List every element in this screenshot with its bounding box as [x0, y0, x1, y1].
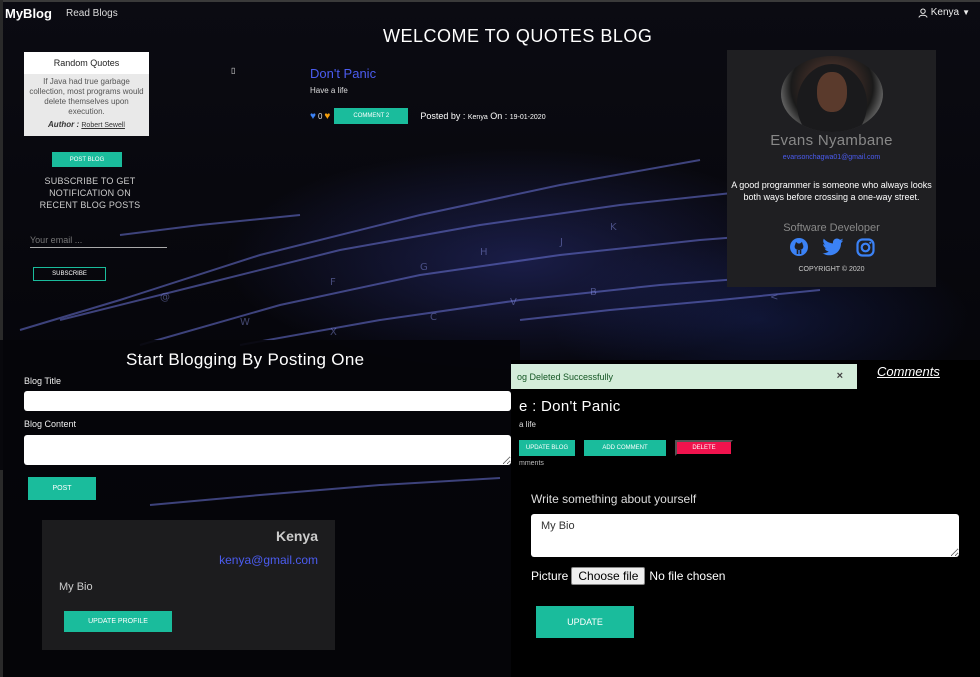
- random-quote-header: Random Quotes: [24, 52, 149, 74]
- subscribe-button[interactable]: SUBSCRIBE: [33, 267, 106, 281]
- caret-down-icon: ▼: [962, 8, 970, 17]
- post-blog-button[interactable]: POST BLOG: [52, 152, 122, 167]
- user-profile-card: Kenya kenya@gmail.com My Bio UPDATE PROF…: [42, 520, 335, 650]
- author-profile-card: Evans Nyambane evansonchagwa01@gmail.com…: [727, 50, 936, 287]
- post-button[interactable]: POST: [28, 477, 96, 500]
- picture-label: Picture: [531, 569, 569, 583]
- choose-file-button[interactable]: Choose file: [571, 567, 646, 585]
- twitter-icon[interactable]: [822, 238, 844, 256]
- post-subtitle: Have a life: [310, 86, 348, 95]
- comments-link[interactable]: Comments: [877, 364, 940, 379]
- new-post-heading: Start Blogging By Posting One: [126, 350, 365, 369]
- svg-text:G: G: [420, 262, 428, 273]
- author-name: Evans Nyambane: [770, 132, 893, 149]
- svg-text:<: <: [770, 292, 778, 303]
- svg-text:V: V: [510, 297, 517, 308]
- author-name[interactable]: Robert Sewell: [81, 122, 125, 129]
- subscribe-email-input[interactable]: [30, 232, 167, 248]
- broken-image-icon: ▯: [231, 66, 236, 75]
- comment-button[interactable]: COMMENT 2: [334, 108, 409, 124]
- update-bio-button[interactable]: UPDATE: [536, 606, 634, 638]
- no-file-chosen-text: No file chosen: [649, 569, 726, 583]
- add-comment-button[interactable]: ADD COMMENT: [584, 440, 666, 456]
- subscribe-description: SUBSCRIBE TO GET NOTIFICATION ON RECENT …: [39, 176, 141, 210]
- posted-by-label: Posted by :: [420, 111, 466, 121]
- page-title: WELCOME TO QUOTES BLOG: [383, 26, 653, 46]
- user-bio: My Bio: [59, 581, 93, 593]
- posted-on-label: On :: [490, 111, 508, 121]
- comments-count-text: mments: [519, 460, 544, 467]
- user-menu-dropdown[interactable]: Kenya ▼: [918, 7, 970, 18]
- nav-read-blogs[interactable]: Read Blogs: [66, 8, 118, 19]
- success-alert: og Deleted Successfully ×: [511, 364, 857, 389]
- picture-upload-row: Picture Choose file No file chosen: [531, 567, 725, 585]
- blog-content-label: Blog Content: [24, 419, 77, 429]
- instagram-icon[interactable]: [856, 237, 875, 257]
- svg-text:X: X: [330, 327, 337, 338]
- post-detail-subtitle: a life: [519, 420, 536, 429]
- brand-logo[interactable]: MyBlog: [5, 6, 52, 21]
- svg-text:@: @: [160, 292, 170, 303]
- post-title-link[interactable]: Don't Panic: [310, 66, 376, 81]
- navbar: MyBlog Read Blogs Kenya ▼: [0, 0, 980, 28]
- like-heart-icon[interactable]: ♥: [310, 111, 316, 122]
- svg-text:B: B: [590, 287, 597, 298]
- update-profile-button[interactable]: UPDATE PROFILE: [64, 611, 172, 632]
- svg-text:K: K: [610, 222, 617, 233]
- dislike-heart-icon[interactable]: ♥: [324, 111, 330, 122]
- close-icon[interactable]: ×: [837, 370, 843, 382]
- random-quote-author: Author : Robert Sewell: [24, 120, 149, 129]
- svg-text:W: W: [240, 317, 250, 328]
- github-icon[interactable]: [789, 237, 809, 257]
- post-meta: ♥ 0 ♥ COMMENT 2 Posted by : Kenya On : 1…: [310, 108, 546, 124]
- blog-title-input[interactable]: [24, 391, 511, 411]
- post-detail-title: e : Don't Panic: [519, 398, 621, 415]
- delete-button[interactable]: DELETE: [675, 440, 733, 456]
- user-email[interactable]: kenya@gmail.com: [219, 553, 318, 567]
- user-name: Kenya: [275, 528, 318, 544]
- avatar-face-shape: [817, 72, 847, 112]
- svg-text:C: C: [430, 312, 437, 323]
- user-icon: [918, 8, 928, 18]
- social-links: [789, 237, 875, 257]
- post-date: 19-01-2020: [509, 114, 546, 121]
- bio-textarea[interactable]: My Bio: [531, 514, 959, 557]
- posted-by-name: Kenya: [467, 114, 488, 121]
- post-byline: Posted by : Kenya On : 19-01-2020: [420, 111, 545, 121]
- update-blog-button[interactable]: UPDATE BLOG: [519, 440, 575, 456]
- window-frame-left: [0, 0, 3, 677]
- random-quote-text: If Java had true garbage collection, mos…: [29, 77, 144, 116]
- svg-text:H: H: [480, 247, 488, 258]
- author-quote: A good programmer is someone who always …: [731, 180, 932, 202]
- random-quote-card: Random Quotes If Java had true garbage c…: [24, 52, 149, 136]
- alert-message: og Deleted Successfully: [517, 371, 614, 382]
- blog-content-textarea[interactable]: [24, 435, 511, 465]
- like-count: 0: [317, 111, 323, 121]
- blog-title-label: Blog Title: [24, 376, 62, 386]
- author-role: Software Developer: [783, 222, 880, 234]
- bio-label: Write something about yourself: [531, 492, 697, 506]
- copyright-text: COPYRIGHT © 2020: [798, 266, 865, 273]
- author-label: Author :: [48, 120, 80, 129]
- author-email[interactable]: evansonchagwa01@gmail.com: [727, 154, 936, 161]
- author-avatar: [781, 56, 883, 132]
- svg-text:F: F: [330, 277, 336, 288]
- svg-text:J: J: [559, 237, 563, 248]
- user-menu-label: Kenya: [930, 7, 960, 18]
